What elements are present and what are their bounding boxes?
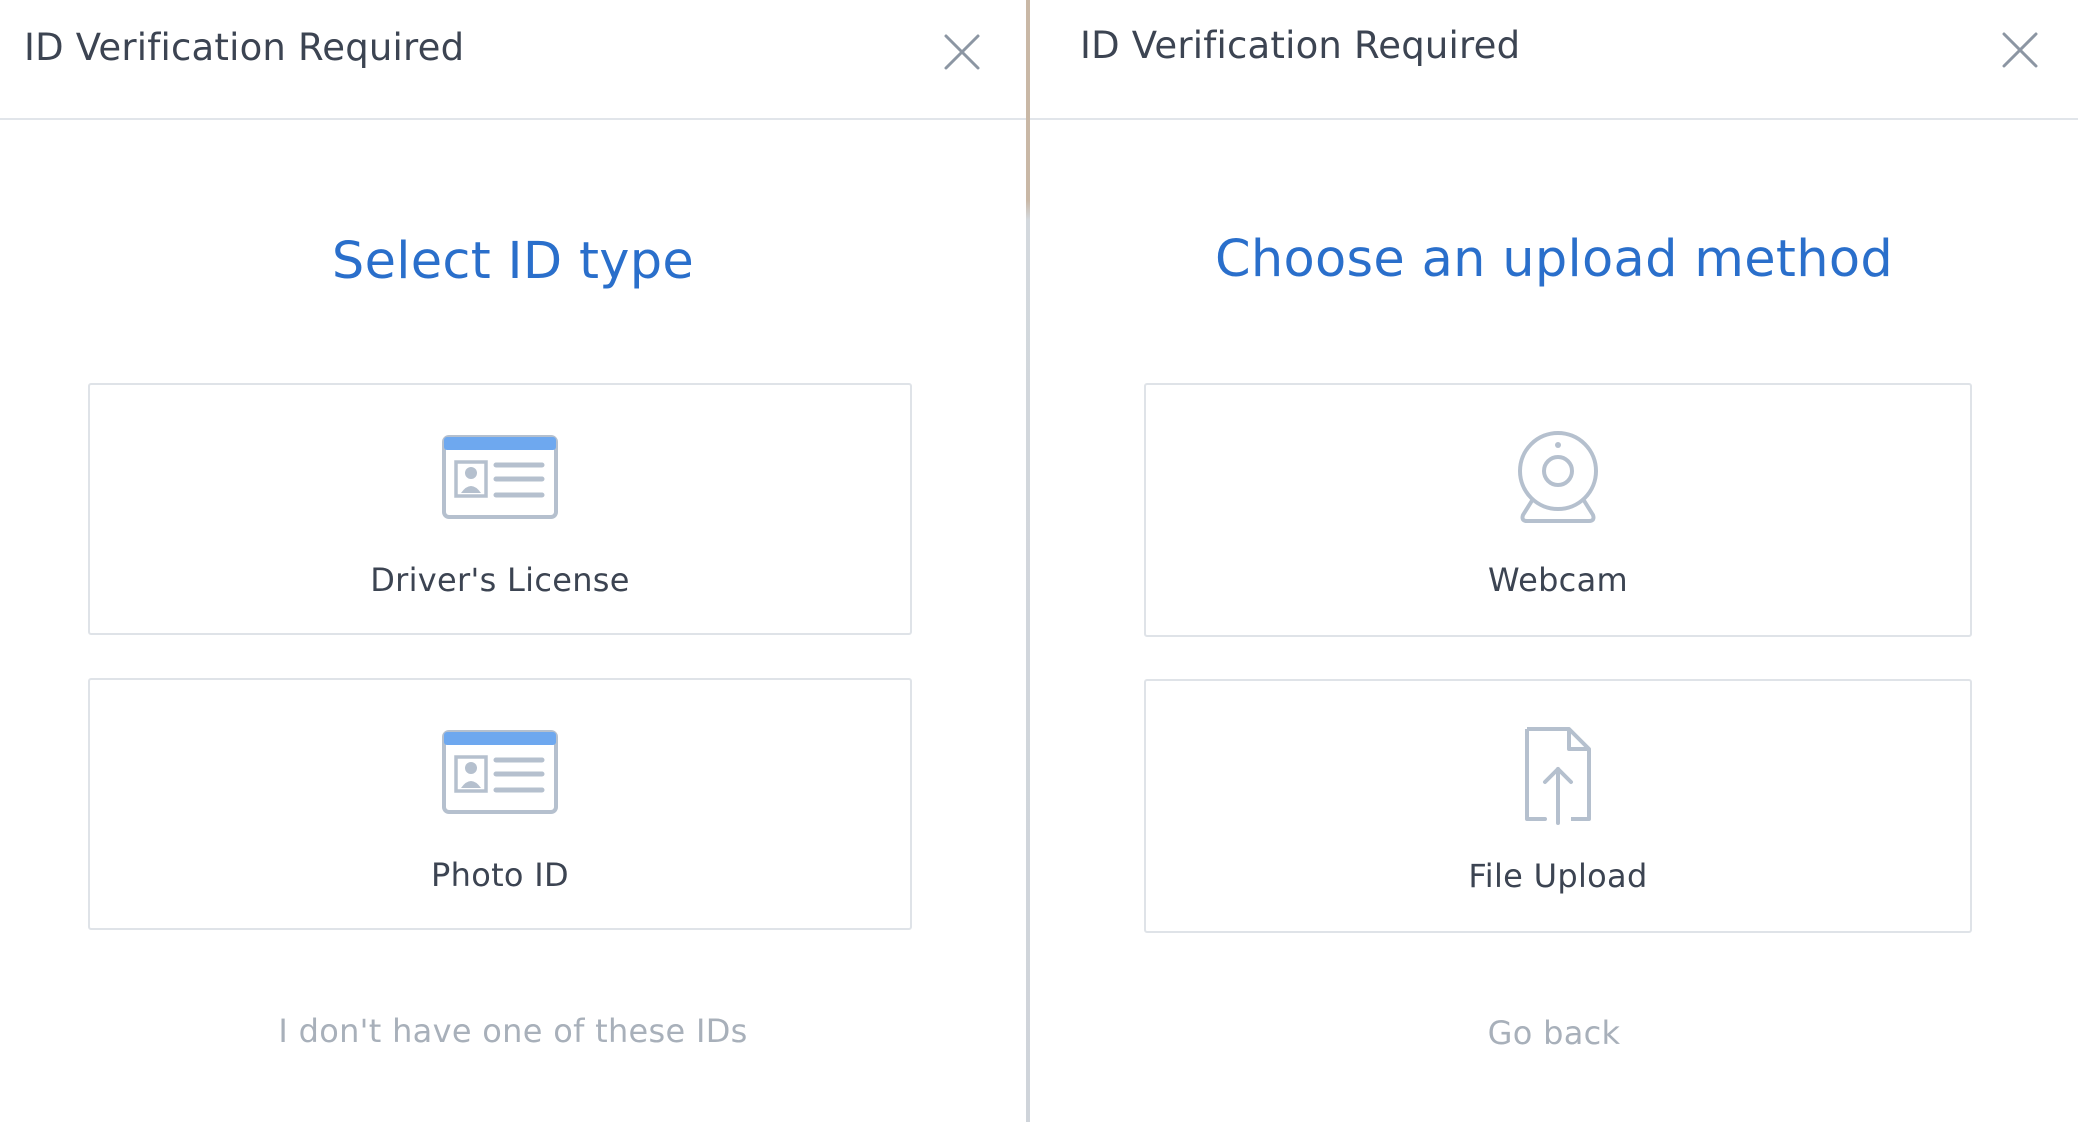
no-id-link[interactable]: I don't have one of these IDs [0, 1012, 1026, 1050]
photo-id-option[interactable]: Photo ID [88, 678, 912, 930]
modal-header: ID Verification Required [0, 0, 1026, 120]
webcam-option[interactable]: Webcam [1144, 383, 1972, 637]
close-icon [944, 34, 980, 70]
option-label: Driver's License [370, 561, 630, 599]
option-label: Photo ID [431, 856, 569, 894]
option-label: File Upload [1468, 857, 1648, 895]
id-card-icon [442, 730, 558, 814]
page-title: Select ID type [331, 232, 695, 291]
screen: ID Verification Required Select ID type [0, 0, 2078, 1122]
modal-title: ID Verification Required [24, 26, 465, 69]
webcam-icon [1518, 431, 1598, 523]
modal-title: ID Verification Required [1080, 24, 1521, 67]
close-button[interactable] [1992, 22, 2048, 78]
upload-method-modal: ID Verification Required Choose an uploa… [1030, 0, 2078, 1122]
page-title: Choose an upload method [1214, 230, 1894, 289]
close-button[interactable] [934, 24, 990, 80]
go-back-link[interactable]: Go back [1030, 1014, 2078, 1052]
option-label: Webcam [1488, 561, 1628, 599]
id-card-icon [442, 435, 558, 519]
modal-header: ID Verification Required [1030, 0, 2078, 120]
select-id-type-modal: ID Verification Required Select ID type [0, 0, 1026, 1122]
file-upload-icon [1525, 727, 1591, 825]
file-upload-option[interactable]: File Upload [1144, 679, 1972, 933]
drivers-license-option[interactable]: Driver's License [88, 383, 912, 635]
close-icon [2002, 32, 2038, 68]
